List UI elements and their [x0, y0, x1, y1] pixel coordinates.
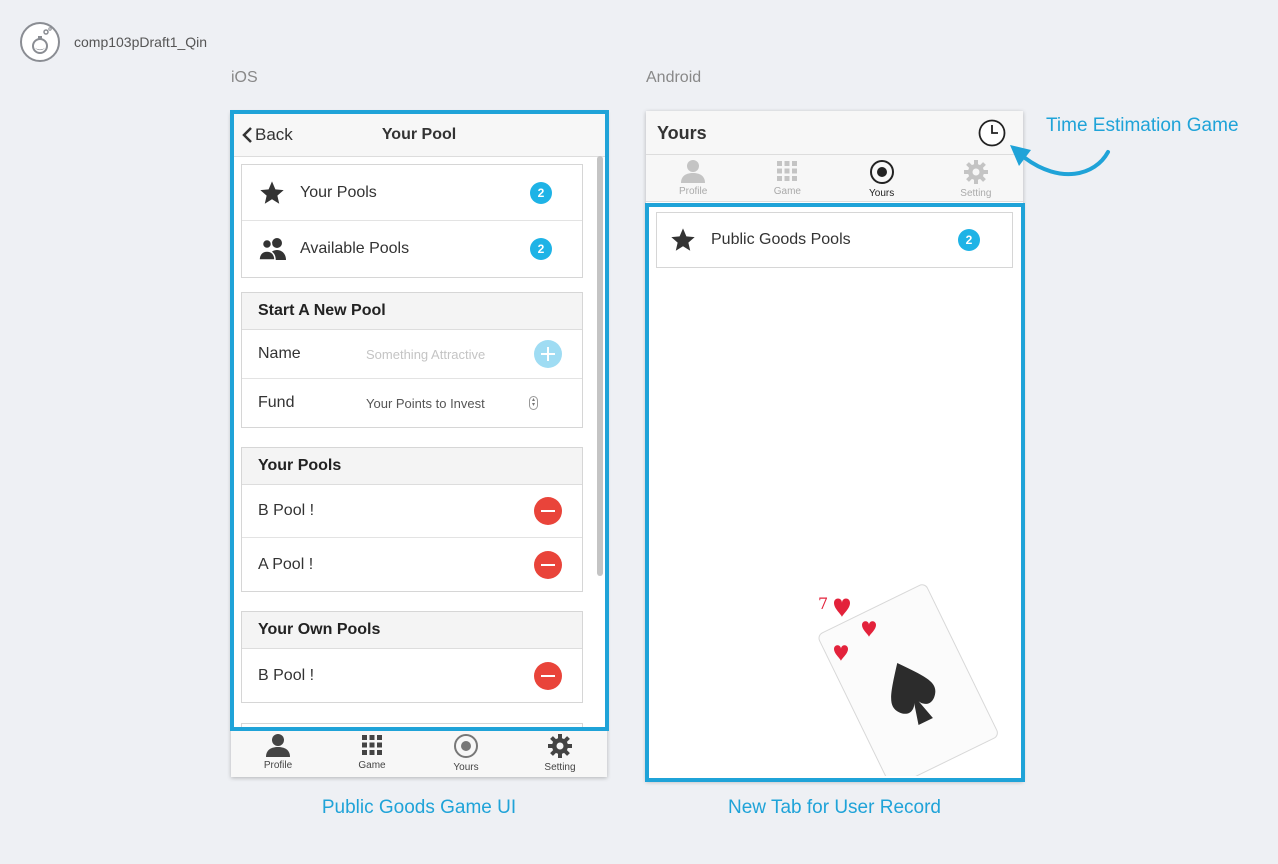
person-icon	[681, 160, 706, 183]
tab-game[interactable]: Game	[325, 729, 419, 777]
android-phone-screen: Yours Profile Game Yours Setting Public …	[646, 111, 1023, 781]
name-input[interactable]: Something Attractive	[366, 347, 485, 362]
gear-icon	[963, 160, 988, 184]
count-badge: 2	[530, 238, 552, 260]
tab-label: Game	[773, 186, 801, 197]
android-title: Yours	[657, 123, 707, 143]
clock-icon[interactable]	[977, 118, 1007, 148]
tab-yours[interactable]: Yours	[419, 729, 513, 777]
tab-setting[interactable]: Setting	[513, 729, 607, 777]
time-estimation-annotation: Time Estimation Game	[1046, 115, 1239, 136]
pool-row: A Pool !	[242, 538, 582, 591]
record-icon	[454, 734, 478, 758]
public-goods-pools-item[interactable]: Public Goods Pools 2	[656, 212, 1013, 268]
pool-row: B Pool !	[242, 649, 582, 702]
menu-item-label: Available Pools	[300, 240, 410, 257]
card-rank-glyph: 7	[818, 594, 828, 613]
tab-label: Profile	[263, 760, 293, 771]
page-title: Your Pool	[381, 126, 457, 143]
count-badge: 2	[958, 229, 980, 251]
item-label: Public Goods Pools	[711, 231, 851, 248]
menu-item-label: Your Pools	[300, 183, 377, 201]
tab-label: Profile	[678, 186, 708, 197]
your-pools-section: Your Pools B Pool ! A Pool !	[241, 447, 583, 592]
annotation-arrow-icon	[1010, 145, 1110, 177]
tab-yours[interactable]: Yours	[835, 155, 929, 201]
ios-tab-bar: Profile Game Yours Setting	[231, 728, 607, 777]
ios-phone-screen: Back Your Pool Your Pools 2 Available Po…	[231, 112, 607, 777]
ios-nav-bar: Back Your Pool	[231, 112, 607, 157]
record-icon	[869, 160, 894, 184]
tab-label: Yours	[453, 762, 479, 773]
fund-row: Fund Your Points to Invest ▴ ▾	[242, 379, 582, 427]
menu-item-available-pools[interactable]: Available Pools 2	[242, 221, 582, 277]
name-label: Name	[258, 345, 301, 362]
ios-platform-label: iOS	[231, 69, 258, 86]
android-tab-bar: Profile Game Yours Setting	[646, 155, 1023, 202]
section-heading: Your Own Pools	[242, 612, 582, 649]
person-icon	[266, 734, 290, 757]
project-title: comp103pDraft1_Qin	[74, 34, 208, 50]
pool-name: A Pool !	[258, 555, 314, 573]
ios-caption: Public Goods Game UI	[321, 797, 517, 818]
tab-profile[interactable]: Profile	[646, 155, 740, 201]
users-icon	[258, 238, 286, 261]
pools-menu: Your Pools 2 Available Pools 2	[241, 164, 583, 278]
android-app-bar: Yours	[646, 111, 1023, 155]
count-badge: 2	[530, 181, 552, 204]
pool-row: B Pool !	[242, 485, 582, 538]
star-icon	[671, 228, 695, 251]
section-heading: Start A New Pool	[242, 293, 582, 330]
app-avatar-icon	[20, 22, 60, 62]
add-pool-button[interactable]	[534, 340, 562, 368]
section-heading: Your Pools	[242, 448, 582, 485]
remove-pool-button[interactable]	[534, 550, 562, 579]
grid-icon	[362, 735, 382, 755]
tab-profile[interactable]: Profile	[231, 729, 325, 777]
grid-icon	[777, 161, 798, 181]
playing-cards-image: 7	[818, 584, 998, 776]
android-caption: New Tab for User Record	[728, 797, 941, 818]
gear-icon	[548, 734, 572, 758]
pool-name: B Pool !	[258, 502, 315, 519]
name-row: Name Something Attractive	[242, 330, 582, 379]
fund-stepper[interactable]: ▴ ▾	[529, 396, 538, 410]
pool-name: B Pool !	[258, 666, 315, 684]
own-pools-section: Your Own Pools B Pool !	[241, 611, 583, 703]
scrollbar[interactable]	[597, 156, 603, 576]
tab-label: Yours	[869, 188, 895, 199]
fund-input[interactable]: Your Points to Invest	[366, 396, 485, 411]
tab-label: Setting	[544, 762, 576, 773]
plus-icon	[541, 347, 555, 361]
tab-label: Game	[358, 760, 386, 771]
tab-label: Setting	[960, 188, 992, 199]
remove-pool-button[interactable]	[534, 661, 562, 690]
new-pool-form: Start A New Pool Name Something Attracti…	[241, 292, 583, 428]
menu-item-your-pools[interactable]: Your Pools 2	[242, 165, 582, 221]
star-icon	[260, 180, 284, 204]
fund-label: Fund	[258, 394, 295, 411]
tab-game[interactable]: Game	[740, 155, 834, 201]
remove-pool-button[interactable]	[534, 497, 562, 525]
android-platform-label: Android	[646, 69, 702, 86]
